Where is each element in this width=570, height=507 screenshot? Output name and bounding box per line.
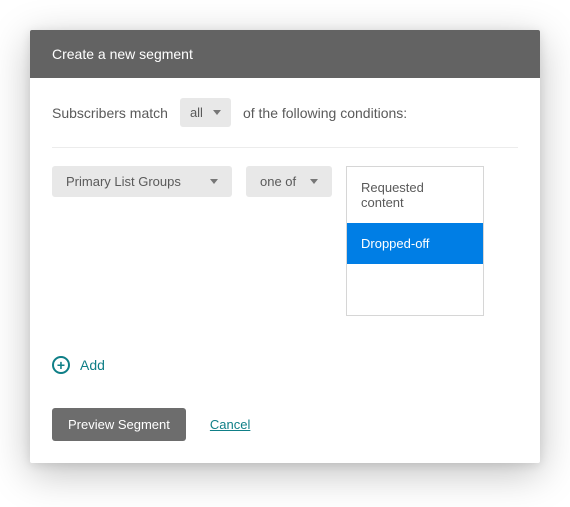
cancel-link[interactable]: Cancel — [210, 417, 250, 432]
add-condition-button[interactable]: + Add — [52, 356, 105, 374]
condition-field-value: Primary List Groups — [66, 174, 181, 189]
footer-actions: Preview Segment Cancel — [52, 408, 518, 441]
plus-circle-icon: + — [52, 356, 70, 374]
condition-field-select[interactable]: Primary List Groups — [52, 166, 232, 197]
modal-body: Subscribers match all of the following c… — [30, 78, 540, 463]
condition-operator-value: one of — [260, 174, 296, 189]
condition-operator-select[interactable]: one of — [246, 166, 332, 197]
match-prefix-text: Subscribers match — [52, 105, 168, 121]
match-suffix-text: of the following conditions: — [243, 105, 407, 121]
modal-title: Create a new segment — [52, 46, 193, 62]
match-conditions-row: Subscribers match all of the following c… — [52, 98, 518, 148]
match-mode-value: all — [190, 105, 203, 120]
match-mode-select[interactable]: all — [180, 98, 231, 127]
chevron-down-icon — [213, 110, 221, 115]
option-dropped-off[interactable]: Dropped-off — [347, 223, 483, 264]
preview-segment-button[interactable]: Preview Segment — [52, 408, 186, 441]
segment-modal: Create a new segment Subscribers match a… — [30, 30, 540, 463]
chevron-down-icon — [210, 179, 218, 184]
modal-header: Create a new segment — [30, 30, 540, 78]
condition-options-list: Requested content Dropped-off — [346, 166, 484, 316]
chevron-down-icon — [310, 179, 318, 184]
add-label: Add — [80, 357, 105, 373]
option-requested-content[interactable]: Requested content — [347, 167, 483, 223]
condition-row: Primary List Groups one of Requested con… — [52, 166, 518, 316]
